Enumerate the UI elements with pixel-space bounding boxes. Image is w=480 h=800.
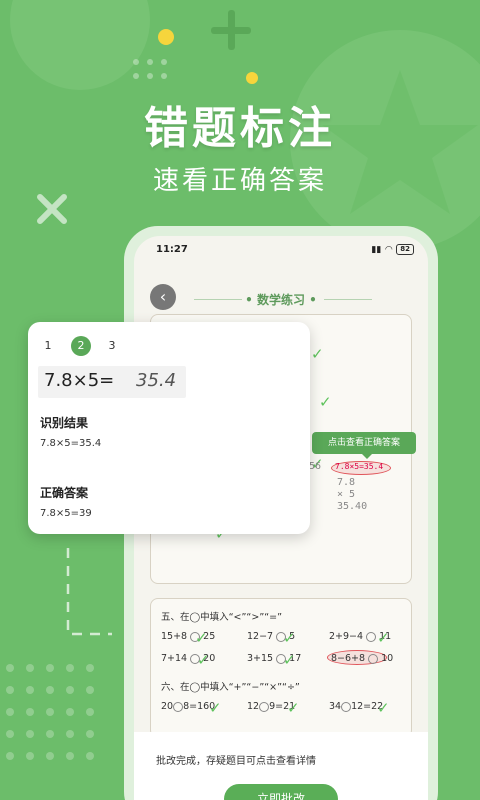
hero-title: 错题标注 bbox=[144, 103, 336, 154]
check-mark: ✓ bbox=[311, 345, 324, 363]
bottom-message: 批改完成，存疑题目可点击查看详情 bbox=[156, 756, 316, 767]
bottom-panel: 批改完成，存疑题目可点击查看详情 立即批改 bbox=[134, 732, 428, 800]
battery-icon: 82 bbox=[396, 244, 414, 255]
page-tab-1[interactable]: 1 bbox=[38, 336, 58, 356]
answer-popup: 1 2 3 7.8×5= 35.4 识别结果 7.8×5=35.4 正确答案 7… bbox=[28, 322, 310, 534]
check-mark: ✓ bbox=[197, 651, 210, 669]
recognized-label: 识别结果 bbox=[40, 416, 89, 430]
recognized-value: 7.8×5=35.4 bbox=[40, 438, 102, 449]
check-mark: ✓ bbox=[319, 393, 332, 411]
handwritten-answer: 56 bbox=[309, 461, 322, 472]
grade-now-button[interactable]: 立即批改 bbox=[224, 784, 338, 800]
check-mark: ✓ bbox=[283, 651, 296, 669]
status-time: 11:27 bbox=[156, 244, 188, 255]
signal-icon: ▮▮ bbox=[371, 244, 382, 255]
title-divider-right bbox=[324, 299, 372, 300]
equation: 8−6+8 10 bbox=[331, 653, 394, 664]
page-tab-2[interactable]: 2 bbox=[71, 336, 91, 356]
check-mark: ✓ bbox=[209, 699, 222, 717]
section-6-title: 六、在◯中填入“+”“−”“×”“÷” bbox=[161, 682, 300, 693]
correct-answer-label: 正确答案 bbox=[40, 486, 89, 500]
check-mark: ✓ bbox=[195, 629, 208, 647]
long-multiplication: 7.8 × 5 35.40 bbox=[337, 477, 368, 512]
section-5-title: 五、在◯中填入“<”“>”“=” bbox=[161, 612, 283, 623]
check-mark: ✓ bbox=[377, 699, 390, 717]
correct-answer-value: 7.8×5=39 bbox=[40, 508, 92, 519]
handwriting-print: 7.8×5= bbox=[44, 370, 115, 391]
status-bar: 11:27 ▮▮ ◠ 82 bbox=[156, 244, 414, 260]
check-mark: ✓ bbox=[283, 629, 296, 647]
wifi-icon: ◠ bbox=[385, 244, 393, 255]
equation: 20 8=160 bbox=[161, 701, 216, 712]
handwriting-crop: 7.8×5= 35.4 bbox=[38, 366, 186, 398]
hero-subtitle: 速看正确答案 bbox=[152, 166, 327, 196]
view-answer-tooltip[interactable]: 点击查看正确答案 bbox=[312, 432, 416, 459]
handwriting-answer: 35.4 bbox=[136, 370, 177, 391]
check-mark: ✓ bbox=[287, 699, 300, 717]
error-answer: 7.8×5=35.4 bbox=[335, 462, 384, 471]
screen-title: • 数学练习 • bbox=[245, 293, 317, 307]
check-mark: ✓ bbox=[377, 629, 390, 647]
equation: 34 12=22 bbox=[329, 701, 384, 712]
page-tab-3[interactable]: 3 bbox=[102, 336, 122, 356]
worksheet-page-2[interactable]: 五、在◯中填入“<”“>”“=” 15+8 25 12−7 5 2+9−4 11… bbox=[150, 598, 412, 738]
